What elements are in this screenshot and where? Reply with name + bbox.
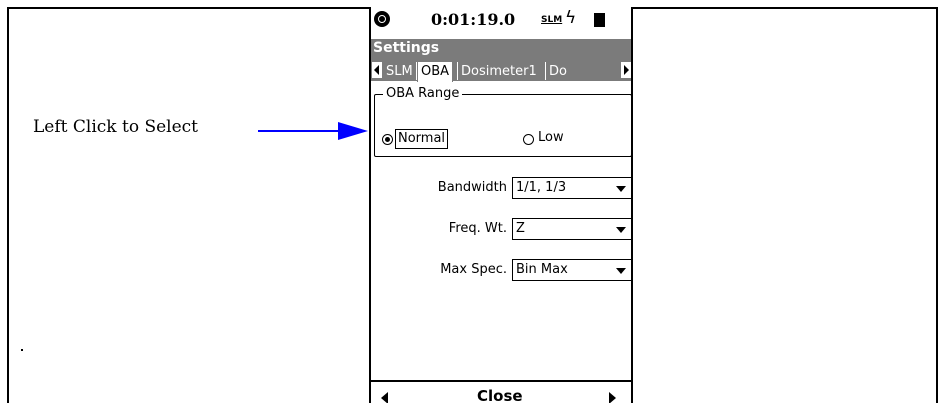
max-spec-select[interactable]: Bin Max	[512, 259, 631, 281]
tab-dosimeter1[interactable]: Dosimeter1	[458, 62, 540, 81]
bottom-bar: Close	[371, 380, 631, 403]
page-title: Settings	[373, 40, 440, 56]
annotation-arrow	[258, 122, 368, 140]
previous-arrow-icon[interactable]	[381, 392, 388, 403]
bandwidth-value: 1/1, 1/3	[516, 180, 567, 195]
run-time: 0:01:19.0	[431, 10, 516, 29]
tab-dosimeter2[interactable]: Do	[546, 62, 570, 81]
annotation-text: Left Click to Select	[33, 117, 199, 137]
title-bar: Settings	[371, 39, 631, 59]
chevron-down-icon	[616, 227, 626, 233]
chevron-down-icon	[616, 186, 626, 192]
device-screen: 0:01:19.0 SLM ϟ Settings SLM OBA Dosimet…	[369, 7, 633, 403]
low-radio[interactable]	[523, 134, 534, 145]
max-spec-label: Max Spec.	[440, 262, 507, 277]
tab-scroll-left-icon[interactable]	[372, 62, 382, 78]
battery-icon	[594, 13, 605, 27]
tab-slm[interactable]: SLM	[383, 62, 416, 81]
oba-range-legend: OBA Range	[383, 86, 463, 101]
normal-radio[interactable]	[382, 134, 393, 145]
power-bolt-icon: ϟ	[565, 8, 577, 28]
mode-indicator: SLM	[541, 15, 563, 25]
chevron-down-icon	[616, 268, 626, 274]
close-button[interactable]: Close	[477, 387, 523, 403]
tab-scroll-right-icon[interactable]	[621, 62, 631, 78]
device-logo-icon	[374, 11, 390, 27]
status-bar: 0:01:19.0 SLM ϟ	[371, 7, 631, 39]
tab-oba[interactable]: OBA	[417, 61, 454, 82]
oba-range-group: OBA Range Normal Low	[374, 86, 631, 157]
low-radio-label[interactable]: Low	[538, 129, 564, 147]
freq-wt-value: Z	[516, 221, 525, 236]
stray-dot	[21, 349, 23, 351]
next-arrow-icon[interactable]	[609, 392, 616, 403]
tab-strip: SLM OBA Dosimeter1 Do	[371, 59, 631, 82]
max-spec-value: Bin Max	[516, 262, 568, 277]
freq-wt-select[interactable]: Z	[512, 218, 631, 240]
normal-radio-label[interactable]: Normal	[395, 129, 449, 149]
bandwidth-select[interactable]: 1/1, 1/3	[512, 177, 631, 199]
bandwidth-label: Bandwidth	[437, 180, 507, 195]
freq-wt-label: Freq. Wt.	[448, 221, 507, 236]
